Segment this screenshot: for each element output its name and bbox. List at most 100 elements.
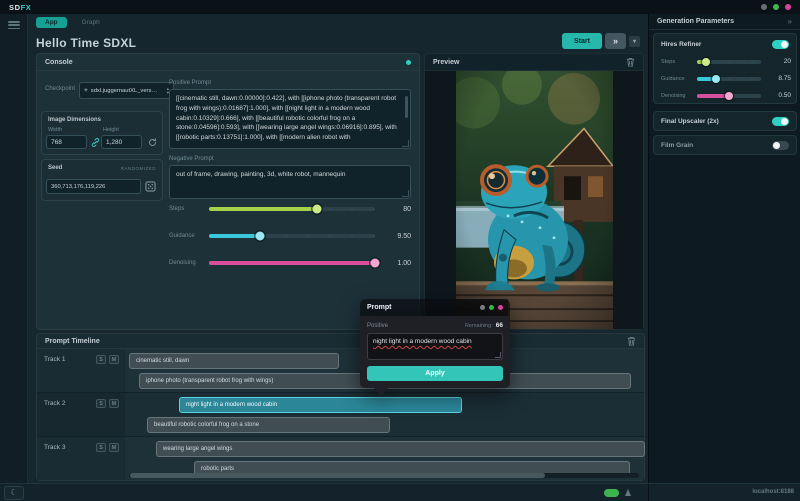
popup-pointer-tail xyxy=(374,388,388,396)
console-status-led xyxy=(406,60,411,65)
denoising-slider-thumb[interactable] xyxy=(371,259,380,268)
checkpoint-value: sdxl.juggernautXL_vers… xyxy=(91,88,157,94)
film-grain-toggle[interactable] xyxy=(772,141,789,150)
negative-prompt-label: Negative Prompt xyxy=(169,156,214,162)
track-2-mute-button[interactable]: M xyxy=(109,399,119,408)
start-button[interactable]: Start xyxy=(562,33,602,49)
console-header: Console xyxy=(37,54,419,71)
popup-positive-label: Positive xyxy=(367,323,388,329)
hires-denoising-value: 0.50 xyxy=(769,92,791,99)
preview-title: Preview xyxy=(433,59,459,66)
seed-randomized-badge: RANDOMIZED xyxy=(121,166,156,171)
preview-trash-icon[interactable] xyxy=(626,57,635,67)
guidance-slider[interactable] xyxy=(209,234,375,238)
hires-steps-row: Steps 20 xyxy=(661,56,791,67)
server-host: localhost:8188 xyxy=(752,489,794,495)
final-upscaler-toggle[interactable] xyxy=(772,117,789,126)
popup-apply-button[interactable]: Apply xyxy=(367,366,503,381)
steps-slider-row: Steps 80 xyxy=(169,202,411,216)
generation-sidebar: Generation Parameters » Hires Refiner St… xyxy=(648,14,800,483)
hires-guidance-row: Guidance 8.75 xyxy=(661,73,791,84)
track-2-solo-button[interactable]: S xyxy=(96,399,106,408)
positive-prompt-label: Positive Prompt xyxy=(169,80,211,86)
more-options-button[interactable]: ▾ xyxy=(629,36,640,47)
hires-steps-label: Steps xyxy=(661,59,697,65)
steps-value: 80 xyxy=(383,206,411,213)
collapse-sidebar-icon[interactable]: » xyxy=(788,17,792,26)
left-rail xyxy=(0,14,28,483)
queue-button[interactable]: » xyxy=(605,33,626,49)
window-maximize-dot[interactable] xyxy=(773,4,779,10)
swap-refresh-icon[interactable] xyxy=(148,138,157,147)
popup-maximize-dot[interactable] xyxy=(489,305,494,310)
positive-prompt-textarea[interactable]: [[cinematic still, dawn:0.00000]:0.422],… xyxy=(169,89,411,149)
final-upscaler-card: Final Upscaler (2x) xyxy=(653,111,797,131)
hires-denoising-thumb[interactable] xyxy=(725,92,733,100)
plus-icon: + xyxy=(84,87,88,94)
track-1-mute-button[interactable]: M xyxy=(109,355,119,364)
width-label: Width xyxy=(48,127,62,133)
denoising-slider[interactable] xyxy=(209,261,375,265)
popup-remaining-label: Remaining: xyxy=(465,323,493,329)
prompt-popup-body: Positive Remaining: 66 night light in a … xyxy=(360,316,510,388)
preview-panel: Preview xyxy=(424,53,644,330)
timeline-scrollbar xyxy=(129,473,639,478)
track-3-mute-button[interactable]: M xyxy=(109,443,119,452)
hires-denoising-row: Denoising 0.50 xyxy=(661,90,791,101)
popup-close-dot[interactable] xyxy=(498,305,503,310)
width-input[interactable]: 768 xyxy=(46,135,87,149)
window-close-dot[interactable] xyxy=(785,4,791,10)
hires-guidance-slider[interactable] xyxy=(697,77,761,81)
track-1-solo-button[interactable]: S xyxy=(96,355,106,364)
textarea-scrollbar[interactable] xyxy=(405,96,408,118)
guidance-label: Guidance xyxy=(169,233,209,239)
track-3-solo-button[interactable]: S xyxy=(96,443,106,452)
height-input[interactable]: 1,280 xyxy=(101,135,142,149)
steps-slider-thumb[interactable] xyxy=(312,205,321,214)
seed-group: Seed RANDOMIZED 360,713,176,119,226 xyxy=(41,159,163,201)
app-window: SDFX App Graph Hello Time SDXL Start » ▾… xyxy=(0,0,800,501)
hires-guidance-label: Guidance xyxy=(661,76,697,82)
link-icon[interactable] xyxy=(91,138,100,147)
seed-input[interactable]: 360,713,176,119,226 xyxy=(46,179,141,194)
preview-canvas xyxy=(425,71,643,329)
status-bar: ☾ localhost:8188 xyxy=(0,483,800,501)
console-panel: Console Checkpoint + sdxl.juggernautXL_v… xyxy=(36,53,420,330)
negative-prompt-textarea[interactable]: out of frame, drawing, painting, 3d, whi… xyxy=(169,165,411,199)
hires-steps-thumb[interactable] xyxy=(702,58,710,66)
popup-minimize-dot[interactable] xyxy=(480,305,485,310)
clip-angel-wings[interactable]: wearing large angel wings xyxy=(156,441,645,457)
clip-cinematic-still-dawn[interactable]: cinematic still, dawn xyxy=(129,353,339,369)
popup-prompt-textarea[interactable]: night light in a modern wood cabin xyxy=(367,333,503,360)
dice-icon[interactable] xyxy=(145,181,156,192)
height-label: Height xyxy=(103,127,119,133)
window-minimize-dot[interactable] xyxy=(761,4,767,10)
track-3-name: Track 3 xyxy=(44,444,65,451)
checkpoint-select[interactable]: + sdxl.juggernautXL_vers… ▴▾ xyxy=(79,82,174,99)
hires-denoising-label: Denoising xyxy=(661,93,697,99)
denoising-slider-row: Denoising 1.00 xyxy=(169,256,411,270)
dark-mode-moon-icon[interactable]: ☾ xyxy=(4,486,24,500)
dimensions-group: Image Dimensions Width 768 Height 1,280 xyxy=(41,111,163,155)
hires-refiner-toggle[interactable] xyxy=(772,40,789,49)
frog-preview-image xyxy=(456,71,613,329)
tab-graph[interactable]: Graph xyxy=(82,19,100,26)
hires-steps-slider[interactable] xyxy=(697,60,761,64)
steps-slider[interactable] xyxy=(209,207,375,211)
film-grain-label: Film Grain xyxy=(661,142,693,149)
hires-denoising-slider[interactable] xyxy=(697,94,761,98)
menu-icon[interactable] xyxy=(8,21,20,29)
prompt-popup-titlebar[interactable]: Prompt xyxy=(360,299,510,316)
hires-guidance-thumb[interactable] xyxy=(712,75,720,83)
guidance-slider-thumb[interactable] xyxy=(256,232,265,241)
tab-app[interactable]: App xyxy=(36,17,67,28)
prompt-popup-controls xyxy=(480,305,503,310)
sdfx-logo: SDFX xyxy=(9,3,31,12)
clip-night-light-selected[interactable]: night light in a modern wood cabin xyxy=(179,397,462,413)
tabs-bar: App Graph xyxy=(28,14,648,31)
timeline-trash-icon[interactable] xyxy=(627,336,636,346)
clip-beautiful-robotic-frog[interactable]: beautiful robotic colorful frog on a sto… xyxy=(147,417,390,433)
window-titlebar: SDFX xyxy=(0,0,800,14)
preview-header: Preview xyxy=(425,54,643,71)
timeline-scrollbar-thumb[interactable] xyxy=(130,473,545,478)
